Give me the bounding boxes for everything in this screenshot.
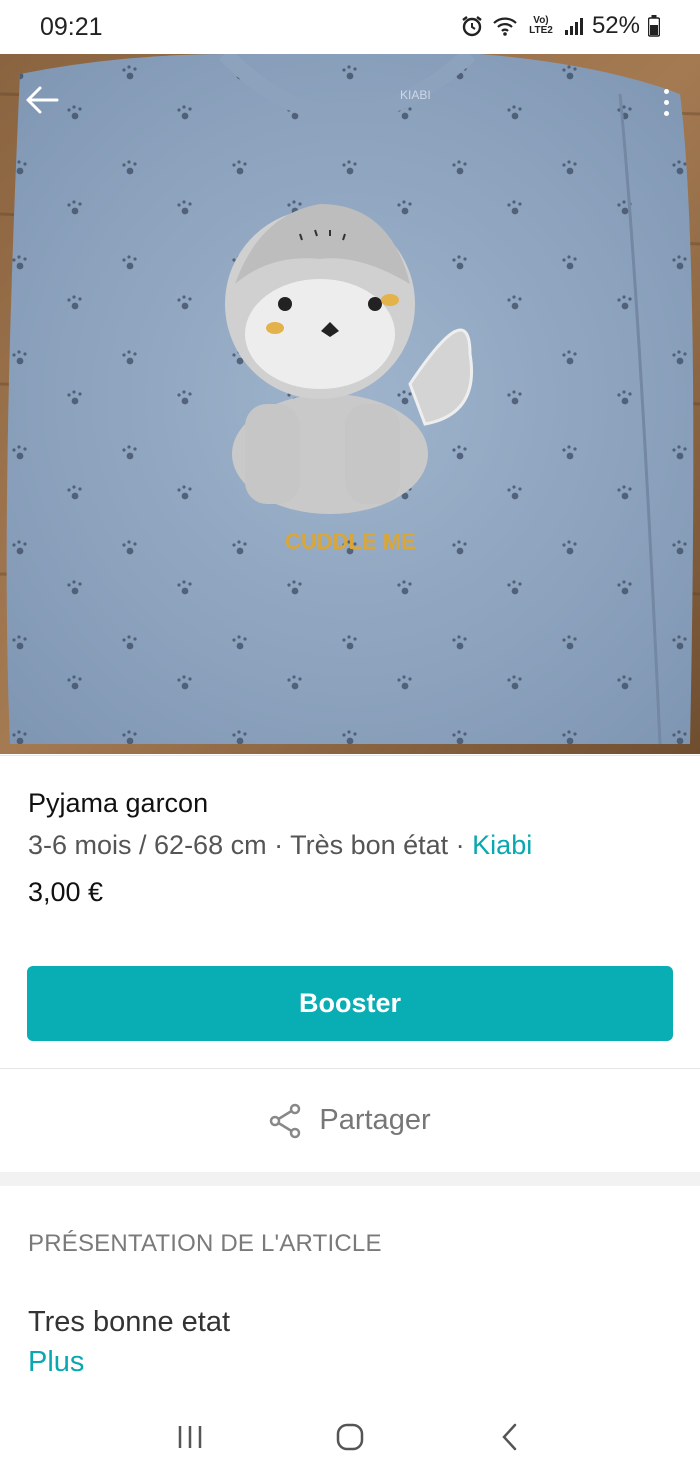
item-title: Pyjama garcon (28, 788, 209, 818)
item-size-condition: 3-6 mois / 62-68 cm · Très bon état · (28, 830, 473, 860)
arrow-left-icon (26, 86, 59, 114)
more-options-button[interactable] (656, 80, 676, 124)
section-divider (0, 1172, 700, 1186)
description-text: Tres bonne etat (28, 1306, 231, 1338)
home-button[interactable] (320, 1407, 380, 1467)
recent-apps-button[interactable] (160, 1407, 220, 1467)
wifi-icon (492, 15, 518, 37)
brand-link[interactable]: Kiabi (472, 830, 532, 860)
share-icon (270, 1103, 301, 1138)
tag-text: KIABI (400, 88, 431, 102)
description-section: PRÉSENTATION DE L'ARTICLE Tres bonne eta… (0, 1186, 700, 1396)
booster-button[interactable]: Booster (27, 966, 673, 1041)
battery-icon (648, 15, 660, 37)
item-info: Pyjama garcon 3-6 mois / 62-68 cm · Très… (0, 755, 700, 1068)
home-icon (336, 1423, 364, 1451)
system-nav-bar (0, 1396, 700, 1478)
description-heading: PRÉSENTATION DE L'ARTICLE (28, 1230, 382, 1257)
status-bar: 09:21 Vo) LTE2 52% (0, 0, 700, 54)
alarm-icon (460, 14, 484, 38)
recent-apps-icon (178, 1426, 202, 1448)
battery-percent: 52% (591, 12, 640, 39)
more-link[interactable]: Plus (28, 1346, 84, 1379)
product-photo[interactable]: CUDDLE ME KIABI (0, 54, 700, 754)
status-time: 09:21 (40, 13, 103, 41)
print-text: CUDDLE ME (285, 529, 416, 554)
item-price: 3,00 € (28, 877, 104, 907)
dot-icon (663, 99, 669, 105)
chevron-left-icon (502, 1423, 517, 1451)
dot-icon (663, 88, 669, 94)
network-label: Vo) LTE2 (529, 15, 553, 36)
dot-icon (663, 110, 669, 116)
share-label: Partager (319, 1104, 431, 1136)
back-button[interactable] (20, 78, 64, 122)
signal-icon (564, 16, 584, 36)
item-meta: 3-6 mois / 62-68 cm · Très bon état · Ki… (28, 830, 532, 861)
back-nav-button[interactable] (480, 1407, 540, 1467)
status-icons: Vo) LTE2 52% (460, 12, 660, 40)
share-button[interactable]: Partager (0, 1068, 700, 1172)
